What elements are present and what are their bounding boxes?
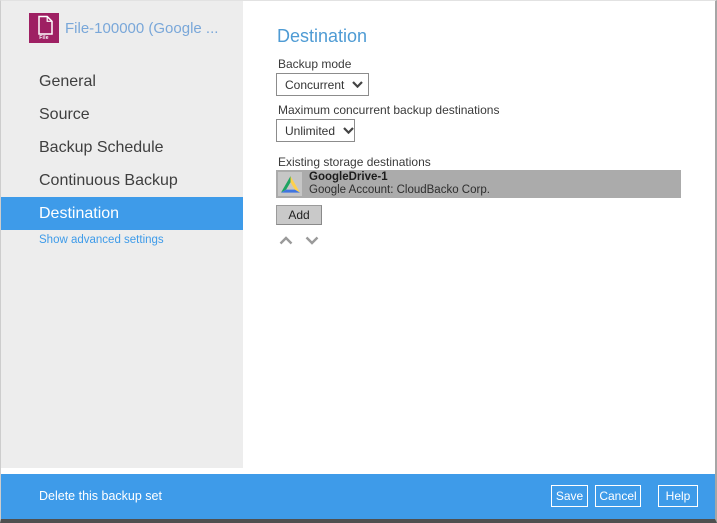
google-drive-icon [278,172,302,196]
max-concurrent-label: Maximum concurrent backup destinations [278,103,499,117]
backup-mode-select[interactable]: Concurrent [276,73,369,96]
sidebar-menu: General Source Backup Schedule Continuou… [1,65,243,230]
sidebar-header: File File-100000 (Google ... [1,1,243,61]
sidebar-item-backup-schedule[interactable]: Backup Schedule [1,131,243,164]
reorder-controls [279,232,319,246]
save-button[interactable]: Save [551,485,588,507]
destination-row[interactable]: GoogleDrive-1 Google Account: CloudBacko… [276,170,681,198]
backup-set-settings-window: File File-100000 (Google ... General Sou… [0,0,717,523]
sidebar-item-continuous-backup[interactable]: Continuous Backup [1,164,243,197]
max-concurrent-select[interactable]: Unlimited [276,119,355,142]
window-title: File-100000 (Google ... [65,20,240,37]
move-down-button[interactable] [305,232,319,246]
chevron-down-icon [343,127,354,134]
cancel-button[interactable]: Cancel [595,485,641,507]
advanced-settings-link[interactable]: Show advanced settings [39,234,164,246]
sidebar-item-source[interactable]: Source [1,98,243,131]
chevron-down-icon [352,81,363,88]
file-badge-icon: File [29,13,59,43]
sidebar-item-general[interactable]: General [1,65,243,98]
existing-destinations-label: Existing storage destinations [278,155,431,169]
page-title: Destination [277,26,367,47]
move-up-button[interactable] [279,232,293,246]
max-concurrent-value: Unlimited [285,124,335,138]
destination-name: GoogleDrive-1 [309,171,490,184]
google-drive-logo [281,176,300,193]
add-destination-button[interactable]: Add [276,205,322,225]
destination-panel: Destination Backup mode Concurrent Maxim… [243,1,715,468]
help-button[interactable]: Help [658,485,698,507]
backup-mode-label: Backup mode [278,57,351,71]
backup-mode-value: Concurrent [285,78,344,92]
sidebar: File File-100000 (Google ... General Sou… [1,1,243,468]
chevron-up-icon [279,236,293,245]
delete-backup-set-link[interactable]: Delete this backup set [39,474,162,519]
chevron-down-icon [305,236,319,245]
sidebar-item-destination[interactable]: Destination [1,197,243,230]
destination-info: GoogleDrive-1 Google Account: CloudBacko… [309,171,490,197]
destination-account: Google Account: CloudBacko Corp. [309,184,490,197]
footer-bar: Delete this backup set Save Cancel Help [1,474,715,519]
file-badge-label: File [29,35,59,41]
